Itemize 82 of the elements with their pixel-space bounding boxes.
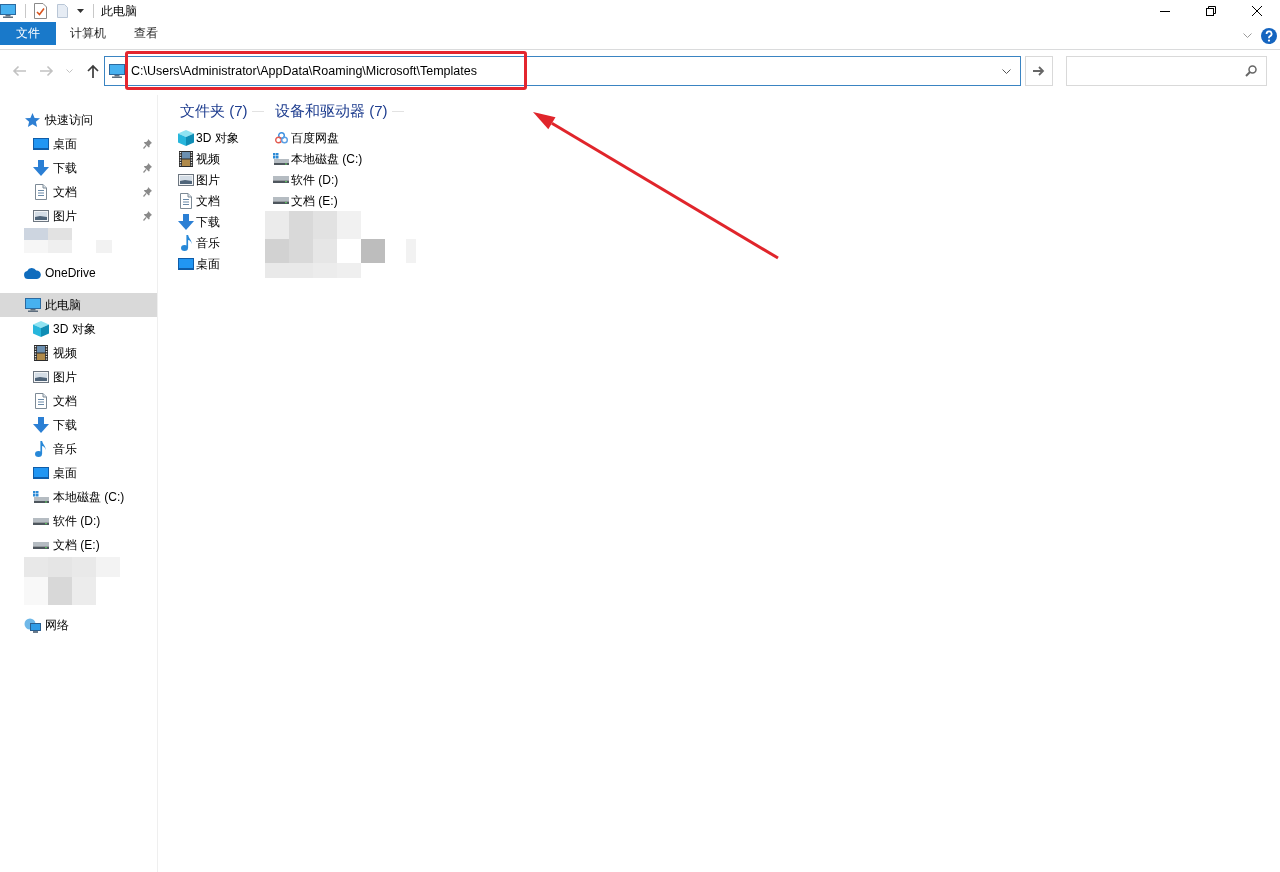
nav-pane-item[interactable]: 文档 xyxy=(0,389,157,413)
music-note-icon xyxy=(35,441,46,457)
folder-item[interactable]: 文档 xyxy=(178,190,222,211)
picture-icon xyxy=(32,210,49,222)
window-title: 此电脑 xyxy=(101,3,137,19)
down-arrow-icon xyxy=(178,213,194,230)
folder-item[interactable]: 图片 xyxy=(178,169,222,190)
nav-pane-item[interactable]: 下载 xyxy=(0,156,157,180)
film-icon xyxy=(179,150,193,167)
cloud-icon xyxy=(24,267,41,279)
cube-icon xyxy=(32,321,49,337)
nav-pane-item[interactable]: 音乐 xyxy=(0,437,157,461)
nav-pane-item[interactable]: 3D 对象 xyxy=(0,317,157,341)
search-icon xyxy=(1245,65,1257,77)
computer-icon[interactable] xyxy=(0,4,16,18)
down-arrow-icon xyxy=(32,417,49,433)
document-icon xyxy=(34,184,47,200)
system-drive-icon xyxy=(273,152,289,165)
nav-pane-item[interactable]: 软件 (D:) xyxy=(0,509,157,533)
drive-item[interactable]: 本地磁盘 (C:) xyxy=(273,148,365,169)
address-field[interactable]: C:\Users\Administrator\AppData\Roaming\Microsoft\Templates xyxy=(104,56,1021,86)
nav-pane-item[interactable]: 此电脑 xyxy=(0,293,157,317)
nav-pane-item[interactable]: 图片 xyxy=(0,365,157,389)
down-arrow-icon xyxy=(32,160,49,176)
system-drive-icon xyxy=(32,491,49,503)
document-icon xyxy=(34,393,47,409)
drive-icon xyxy=(32,541,49,549)
desktop-icon xyxy=(178,257,194,270)
folder-item[interactable]: 下载 xyxy=(178,211,222,232)
computer-icon xyxy=(24,298,41,312)
drive-item[interactable]: 软件 (D:) xyxy=(273,169,341,190)
computer-icon xyxy=(109,64,125,78)
document-icon xyxy=(180,192,192,209)
nav-pane-item[interactable]: 本地磁盘 (C:) xyxy=(0,485,157,509)
forward-arrow-icon xyxy=(40,65,54,77)
caret-icon[interactable] xyxy=(77,9,84,13)
film-icon xyxy=(33,345,48,361)
folder-item[interactable]: 3D 对象 xyxy=(178,127,241,148)
nav-pane-item[interactable]: 视频 xyxy=(0,341,157,365)
star-icon xyxy=(25,113,40,127)
nav-pane-item[interactable]: OneDrive xyxy=(0,261,157,285)
drive-icon xyxy=(273,176,289,183)
right-arrow-icon xyxy=(1033,66,1045,76)
drive-item[interactable]: 文档 (E:) xyxy=(273,190,340,211)
drive-icon xyxy=(273,197,289,204)
desktop-icon xyxy=(32,467,49,479)
nav-pane-item[interactable]: 网络 xyxy=(0,613,157,637)
drive-icon xyxy=(32,517,49,525)
nav-pane-item[interactable]: 文档 (E:) xyxy=(0,533,157,557)
close-icon xyxy=(1252,6,1262,16)
ribbon-tab[interactable]: 查看 xyxy=(120,22,172,45)
nav-pane-item[interactable]: 图片 xyxy=(0,204,157,228)
nav-pane-item[interactable]: 下载 xyxy=(0,413,157,437)
cloud-drive-icon xyxy=(274,131,288,144)
nav-pane-item[interactable]: 文档 xyxy=(0,180,157,204)
group-header: 设备和驱动器 (7) xyxy=(273,101,404,122)
nav-pane-item[interactable]: 快速访问 xyxy=(0,108,157,132)
chevron-down-icon[interactable] xyxy=(1002,68,1011,74)
picture-icon xyxy=(32,371,49,383)
nav-pane-item[interactable]: 桌面 xyxy=(0,132,157,156)
back-arrow-icon xyxy=(12,65,26,77)
group-header: 文件夹 (7) xyxy=(178,101,264,122)
ribbon-tab[interactable]: 计算机 xyxy=(56,22,120,45)
cube-icon xyxy=(178,129,194,146)
chevron-down-icon xyxy=(65,69,73,73)
go-button[interactable] xyxy=(1025,56,1053,86)
restore-icon xyxy=(1206,6,1216,16)
folder-item[interactable]: 桌面 xyxy=(178,253,222,274)
folder-item[interactable]: 音乐 xyxy=(178,232,222,253)
search-field[interactable] xyxy=(1066,56,1267,86)
checklist-document-icon[interactable] xyxy=(34,3,47,19)
music-note-icon xyxy=(180,234,192,251)
folder-item[interactable]: 视频 xyxy=(178,148,222,169)
help-icon[interactable] xyxy=(1261,27,1277,44)
desktop-icon xyxy=(32,138,49,150)
nav-pane-item[interactable]: 桌面 xyxy=(0,461,157,485)
up-arrow-icon xyxy=(87,64,99,78)
picture-icon xyxy=(178,173,194,186)
minimize-icon xyxy=(1160,10,1170,12)
network-icon xyxy=(24,617,41,633)
file-tab[interactable]: 文件 xyxy=(0,22,56,45)
drive-item[interactable]: 百度网盘 xyxy=(273,127,341,148)
